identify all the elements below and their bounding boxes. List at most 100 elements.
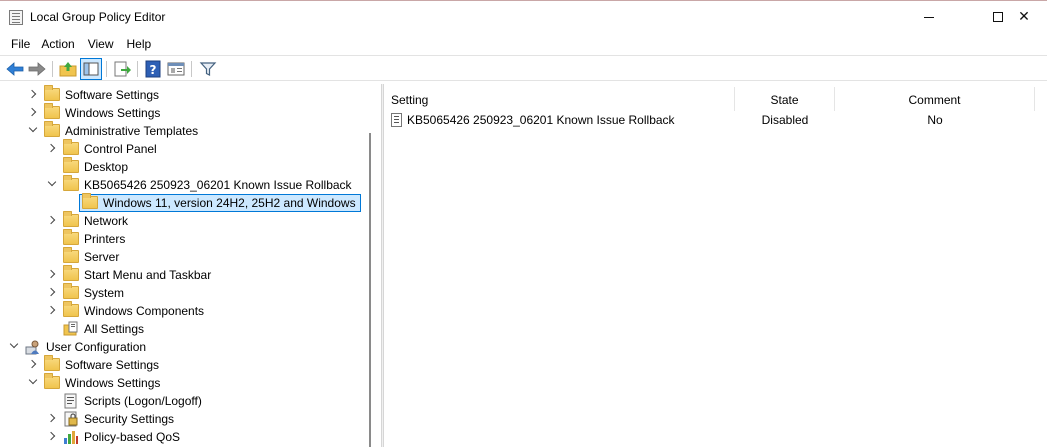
tree-pane: Software Settings Windows Settings Admin… [0, 84, 381, 447]
folder-icon [44, 355, 60, 371]
tree-item-desktop[interactable]: Desktop [0, 157, 381, 176]
tree-scrollbar[interactable] [369, 133, 371, 447]
folder-icon [44, 121, 60, 137]
menu-view[interactable]: View [82, 37, 121, 51]
menu-file[interactable]: File [0, 37, 37, 51]
chevron-right-icon[interactable] [47, 216, 56, 225]
folder-icon [44, 85, 60, 101]
folder-icon [63, 157, 79, 173]
tree-item-label: Start Menu and Taskbar [84, 268, 212, 282]
show-hide-tree-icon[interactable] [80, 58, 102, 80]
tree-item-windows-11-version[interactable]: Windows 11, version 24H2, 25H2 and Windo… [0, 193, 381, 212]
all-settings-icon [63, 321, 78, 336]
tree-item-network[interactable]: Network [0, 211, 381, 230]
menu-action[interactable]: Action [37, 37, 81, 51]
tree-item-label: Printers [84, 232, 126, 246]
tree-item-label: Windows Settings [65, 376, 161, 390]
tree-item-policy-based-qos[interactable]: Policy-based QoS [0, 428, 381, 446]
settings-list-pane: Setting State Comment KB5065426 250923_0… [384, 84, 1047, 447]
tree-item-label: Server [84, 250, 120, 264]
column-header-state[interactable]: State [735, 87, 835, 111]
setting-name: KB5065426 250923_06201 Known Issue Rollb… [407, 113, 675, 127]
folder-icon [44, 373, 60, 389]
menu-help[interactable]: Help [121, 37, 159, 51]
tree-item-label: Software Settings [65, 358, 160, 372]
tree-item-label: Security Settings [84, 412, 175, 426]
tree-item-system[interactable]: System [0, 283, 381, 302]
chevron-right-icon[interactable] [47, 414, 56, 423]
tree-item-user-configuration[interactable]: User Configuration [0, 338, 381, 356]
folder-icon [82, 193, 98, 209]
chevron-right-icon[interactable] [28, 108, 37, 117]
folder-icon [63, 301, 79, 317]
tree-item-label: Administrative Templates [65, 124, 199, 138]
tree-item-label: Windows Settings [65, 106, 161, 120]
folder-icon [63, 229, 79, 245]
tree-item-windows-components[interactable]: Windows Components [0, 301, 381, 320]
chevron-right-icon[interactable] [28, 90, 37, 99]
toolbar: ? [0, 55, 1047, 81]
tree-item-label: KB5065426 250923_06201 Known Issue Rollb… [84, 178, 352, 192]
gpedit-app-icon [9, 10, 23, 25]
tree-item-all-settings[interactable]: All Settings [0, 320, 381, 338]
setting-comment: No [927, 113, 943, 127]
toolbar-separator [106, 61, 107, 77]
menu-bar: File Action View Help [0, 33, 1047, 54]
close-icon: ✕ [1018, 9, 1030, 25]
tree-item-label: System [84, 286, 125, 300]
close-button[interactable]: ✕ [1001, 1, 1047, 33]
tree-item-printers[interactable]: Printers [0, 229, 381, 248]
tree-item-user-software-settings[interactable]: Software Settings [0, 355, 381, 374]
tree-item-scripts[interactable]: Scripts (Logon/Logoff) [0, 392, 381, 410]
chevron-down-icon[interactable] [10, 342, 19, 351]
toolbar-separator [137, 61, 138, 77]
security-settings-icon [64, 411, 78, 427]
column-header-setting[interactable]: Setting [384, 87, 735, 111]
chevron-right-icon[interactable] [47, 144, 56, 153]
filter-icon[interactable] [198, 59, 218, 79]
folder-icon [63, 283, 79, 299]
svg-text:?: ? [150, 63, 157, 77]
column-header-comment[interactable]: Comment [835, 87, 1035, 111]
tree-item-security-settings[interactable]: Security Settings [0, 410, 381, 428]
chevron-down-icon[interactable] [29, 378, 38, 387]
tree-item-user-windows-settings[interactable]: Windows Settings [0, 373, 381, 392]
help-icon[interactable]: ? [143, 59, 163, 79]
tree-item-label: Windows Components [84, 304, 205, 318]
chevron-right-icon[interactable] [47, 288, 56, 297]
title-bar: Local Group Policy Editor ✕ [0, 0, 1047, 32]
chevron-down-icon[interactable] [29, 126, 38, 135]
folder-icon [63, 247, 79, 263]
back-arrow-icon[interactable] [5, 59, 25, 79]
tree-item-label: Windows 11, version 24H2, 25H2 and Windo… [103, 196, 359, 210]
tree-item-label: Network [84, 214, 129, 228]
properties-icon[interactable] [166, 59, 186, 79]
tree-item-computer-software-settings[interactable]: Software Settings [0, 85, 381, 104]
tree-item-known-issue-rollback[interactable]: KB5065426 250923_06201 Known Issue Rollb… [0, 175, 381, 194]
minimize-button[interactable] [906, 1, 952, 33]
folder-icon [63, 211, 79, 227]
tree-item-start-menu-and-taskbar[interactable]: Start Menu and Taskbar [0, 265, 381, 284]
tree-item-administrative-templates[interactable]: Administrative Templates [0, 121, 381, 140]
tree-item-label: Policy-based QoS [84, 430, 181, 444]
chevron-right-icon[interactable] [47, 306, 56, 315]
minimize-icon [924, 16, 934, 18]
tree-item-server[interactable]: Server [0, 247, 381, 266]
folder-icon [63, 175, 79, 191]
folder-icon [63, 139, 79, 155]
chevron-right-icon[interactable] [47, 270, 56, 279]
chevron-right-icon[interactable] [28, 360, 37, 369]
scripts-icon [64, 393, 77, 409]
tree-item-label: User Configuration [46, 340, 147, 354]
user-configuration-icon [25, 340, 39, 355]
export-list-icon[interactable] [112, 59, 132, 79]
forward-arrow-icon[interactable] [27, 59, 47, 79]
chevron-right-icon[interactable] [47, 432, 56, 441]
tree-item-control-panel[interactable]: Control Panel [0, 139, 381, 158]
tree-item-computer-windows-settings[interactable]: Windows Settings [0, 103, 381, 122]
list-row[interactable]: KB5065426 250923_06201 Known Issue Rollb… [384, 111, 1047, 130]
chevron-down-icon[interactable] [48, 180, 57, 189]
tree-item-label: Control Panel [84, 142, 157, 156]
up-folder-icon[interactable] [58, 59, 78, 79]
tree-item-label: Software Settings [65, 88, 160, 102]
